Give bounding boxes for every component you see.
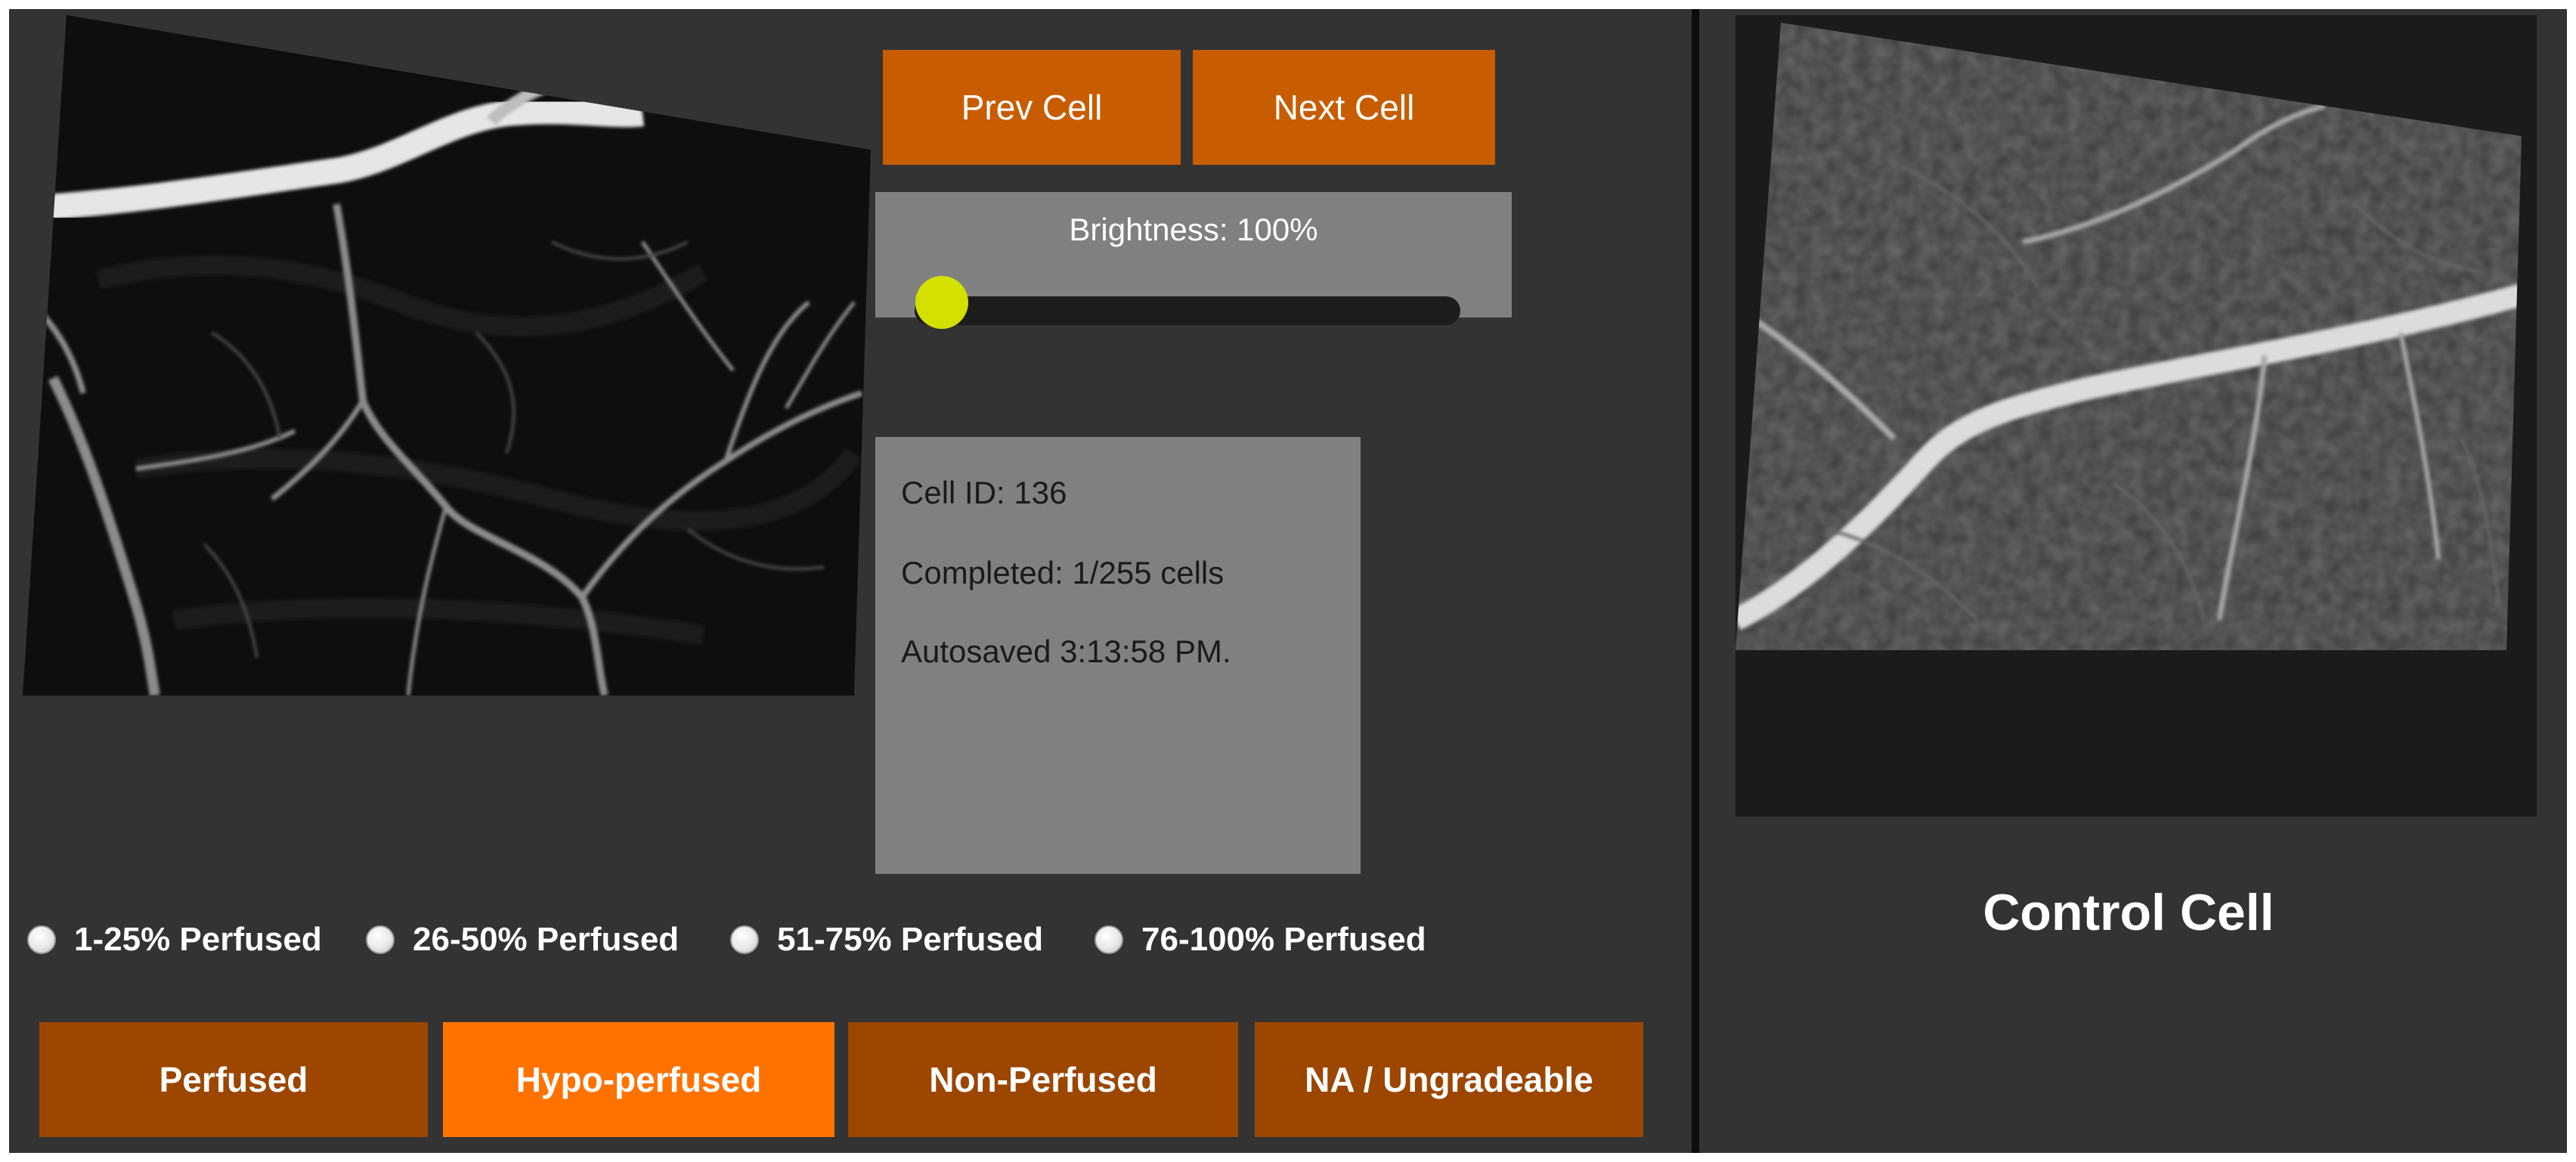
hypo-perfused-button[interactable]: Hypo-perfused (443, 1022, 834, 1137)
radio-button[interactable] (27, 925, 56, 954)
perfusion-option-1[interactable]: 1-25% Perfused (27, 921, 322, 959)
cell-info-panel: Cell ID: 136 Completed: 1/255 cells Auto… (875, 437, 1361, 874)
next-cell-button[interactable]: Next Cell (1193, 50, 1495, 165)
perfusion-option-3[interactable]: 51-75% Perfused (730, 921, 1043, 959)
perfusion-option-label: 51-75% Perfused (777, 921, 1044, 958)
radio-button[interactable] (730, 925, 759, 954)
completed-count-text: Completed: 1/255 cells (901, 555, 1225, 590)
cell-id-text: Cell ID: 136 (901, 475, 1067, 510)
radio-button[interactable] (366, 925, 395, 954)
perfusion-option-2[interactable]: 26-50% Perfused (366, 921, 679, 959)
perfusion-option-label: 26-50% Perfused (413, 921, 680, 958)
prev-cell-button[interactable]: Prev Cell (883, 50, 1181, 165)
autosave-status-text: Autosaved 3:13:58 PM. (901, 634, 1231, 669)
control-cell-label: Control Cell (1983, 884, 2274, 941)
perfusion-option-label: 1-25% Perfused (74, 921, 322, 958)
panel-divider (1692, 9, 1699, 1153)
na-ungradeable-button[interactable]: NA / Ungradeable (1255, 1022, 1643, 1137)
brightness-slider-thumb[interactable] (915, 276, 969, 329)
non-perfused-button[interactable]: Non-Perfused (848, 1022, 1238, 1137)
perfused-button[interactable]: Perfused (39, 1022, 428, 1137)
radio-button[interactable] (1094, 925, 1123, 954)
perfusion-option-4[interactable]: 76-100% Perfused (1094, 921, 1426, 959)
control-cell-image (1735, 15, 2537, 816)
cell-image (23, 15, 871, 696)
perfusion-option-label: 76-100% Perfused (1141, 921, 1426, 958)
brightness-slider-track[interactable] (915, 296, 1460, 325)
brightness-label: Brightness: 100% (1069, 212, 1318, 247)
